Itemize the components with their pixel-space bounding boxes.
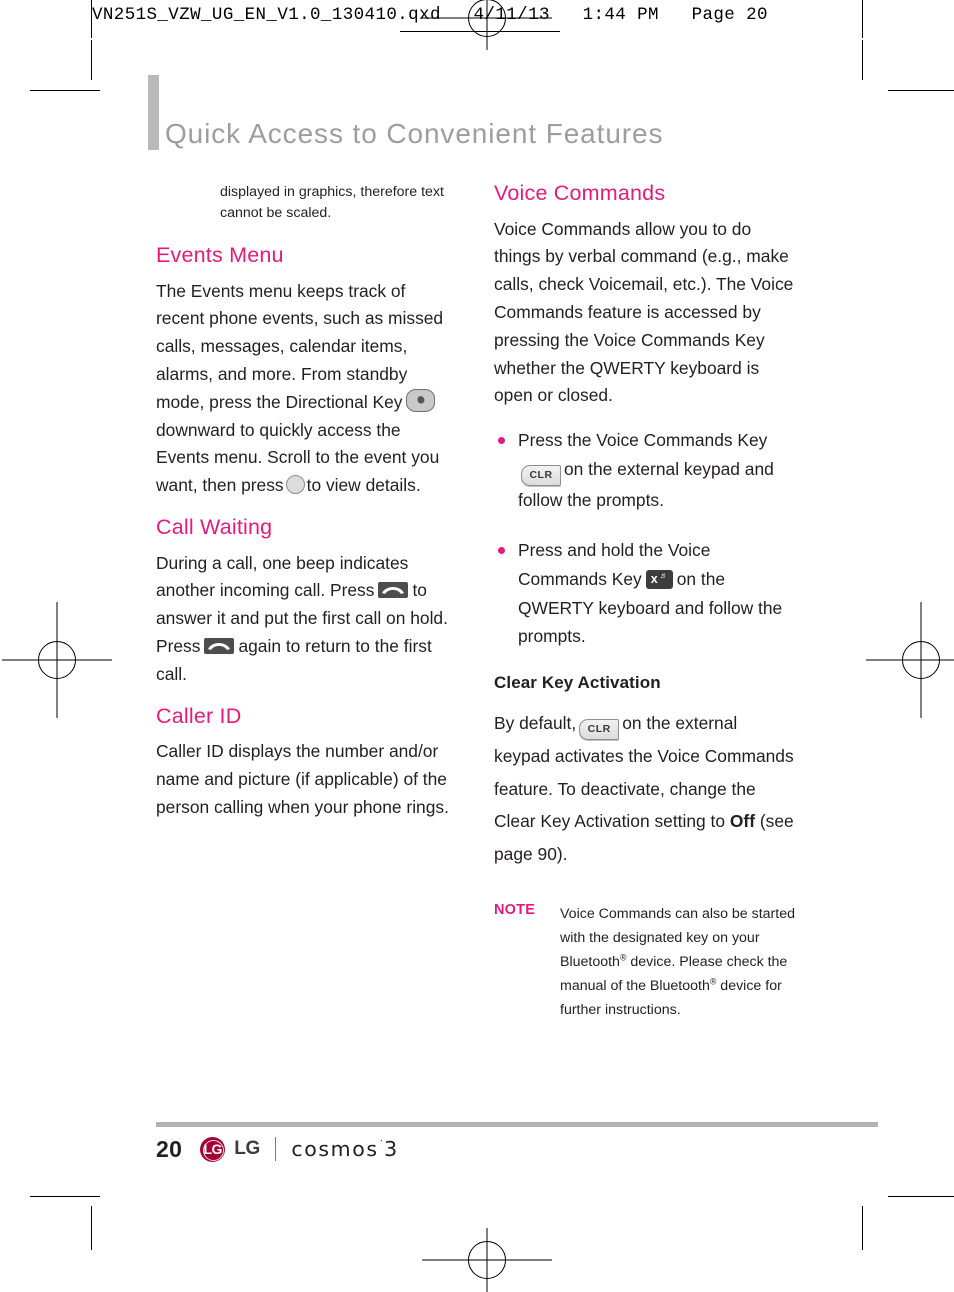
section-heading-events-menu: Events Menu — [156, 243, 284, 267]
note-text: Voice Commands can also be started with … — [560, 902, 796, 1022]
x-key-letter: x — [650, 572, 658, 586]
note-label: NOTE — [494, 902, 536, 919]
intro-continuation-text: displayed in graphics, therefore text ca… — [220, 184, 444, 221]
directional-key-icon — [406, 388, 436, 412]
clear-key-text-part-1: By default, — [494, 713, 577, 734]
crop-mark-top-right-h — [888, 90, 954, 91]
bullet-1-text-part-1: Press the Voice Commands Key — [518, 430, 768, 451]
lg-logo-icon: LG — [200, 1136, 226, 1162]
page-number: 20 — [156, 1135, 183, 1162]
slug-underline — [400, 31, 560, 32]
footer-rule — [156, 1122, 878, 1127]
lg-wordmark: LG — [234, 1138, 260, 1159]
send-key-icon — [378, 582, 409, 599]
product-name: cosmos — [291, 1137, 379, 1161]
list-item: Press the Voice Commands KeyCLR on the ex… — [494, 426, 796, 514]
brand-divider — [274, 1137, 277, 1161]
ok-key-icon — [285, 475, 305, 495]
product-version: 3 — [384, 1137, 399, 1161]
product-wordmark: cosmos˙3 — [291, 1137, 398, 1161]
crop-mark-top-right-v — [862, 40, 863, 80]
call-waiting-paragraph: During a call, one beep indicates anothe… — [156, 550, 458, 689]
footer: 20 LG LG cosmos˙3 — [156, 1134, 399, 1164]
call-waiting-text-part-1: During a call, one beep indicates anothe… — [156, 552, 409, 601]
voice-commands-bullet-list: Press the Voice Commands KeyCLR on the ex… — [494, 426, 796, 651]
events-menu-text-part-3: to view details. — [306, 475, 421, 496]
crop-mark-bottom-right-v — [862, 1206, 863, 1250]
section-heading-caller-id: Caller ID — [156, 703, 242, 728]
clear-key-emphasis-off: Off — [729, 811, 755, 832]
voice-commands-paragraph: Voice Commands allow you to do things by… — [494, 218, 794, 406]
registration-mark-left — [2, 602, 112, 718]
manual-page: VN251S_VZW_UG_EN_V1.0_130410.qxd 4/11/13… — [0, 0, 954, 1292]
registration-mark-bottom — [422, 1228, 552, 1292]
voice-command-x-key-icon: x ♬ — [645, 570, 673, 589]
crop-mark-top-left-v — [91, 40, 92, 80]
events-menu-paragraph: The Events menu keeps track of recent ph… — [156, 278, 458, 500]
brand-lockup: LG LG cosmos˙3 — [200, 1136, 399, 1162]
x-key-voice-glyph: ♬ — [659, 571, 668, 580]
send-key-icon — [204, 638, 235, 655]
lg-logo-face-text: LG — [203, 1141, 222, 1157]
subsection-heading-clear-key-activation: Clear Key Activation — [494, 672, 661, 692]
events-menu-text-part-1: The Events menu keeps track of recent ph… — [156, 280, 444, 412]
section-heading-call-waiting: Call Waiting — [156, 515, 273, 540]
clr-key-icon: CLR — [521, 464, 561, 486]
right-column: Voice Commands Voice Commands allow you … — [494, 181, 796, 1022]
registration-mark-right — [866, 602, 954, 718]
file-slug-text: VN251S_VZW_UG_EN_V1.0_130410.qxd 4/11/13… — [92, 5, 768, 25]
crop-mark-top-left-h — [30, 90, 100, 91]
list-item: Press and hold the Voice Commands Key x ♬ o… — [494, 536, 796, 650]
page-title: Quick Access to Convenient Features — [165, 118, 664, 149]
crop-mark-bottom-right-h — [888, 1196, 954, 1197]
crop-mark-bottom-left-v — [91, 1206, 92, 1250]
clear-key-activation-paragraph: By default, CLR on the external keypad act… — [494, 707, 796, 870]
clr-key-icon: CLR — [579, 719, 620, 741]
note-block: NOTE Voice Commands can also be started … — [494, 902, 796, 1022]
section-heading-voice-commands: Voice Commands — [494, 181, 666, 205]
left-column: displayed in graphics, therefore text ca… — [156, 182, 458, 838]
running-head-accent-bar — [148, 75, 159, 150]
crop-mark-bottom-left-h — [30, 1196, 100, 1197]
caller-id-paragraph: Caller ID displays the number and/or nam… — [156, 741, 449, 817]
